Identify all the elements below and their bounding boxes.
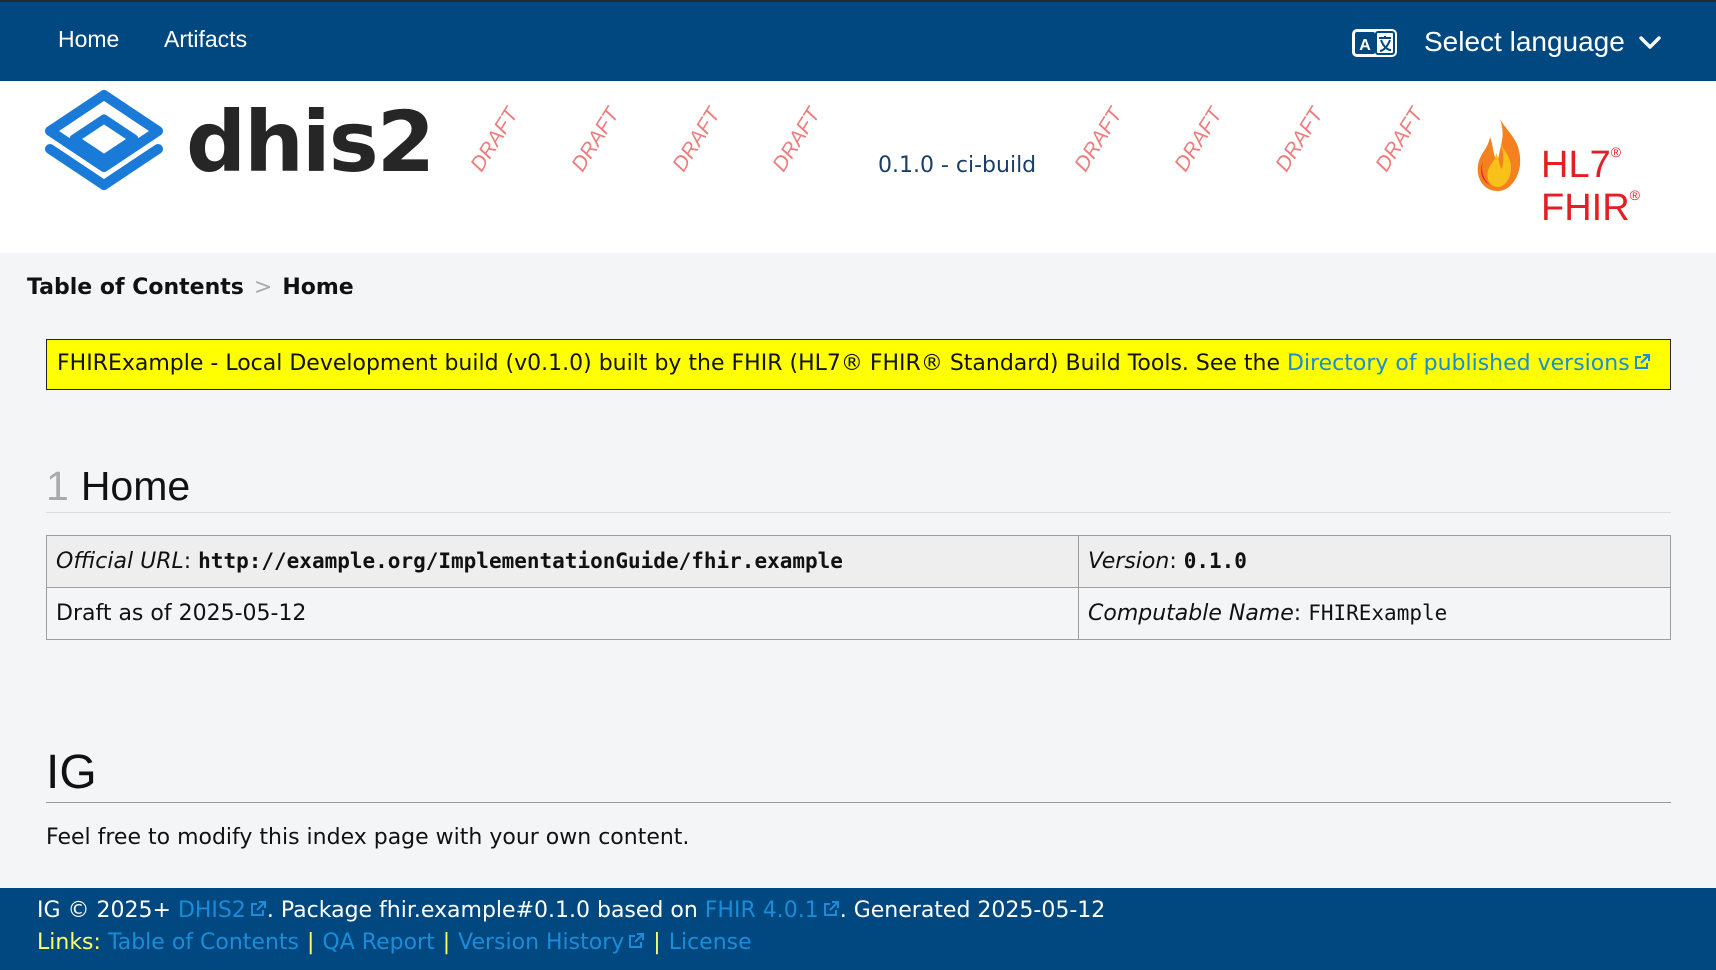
draft-watermark: DRAFT (1371, 103, 1428, 176)
footer-copyright: IG © 2025+ (37, 898, 171, 923)
table-row: Official URL: http://example.org/Impleme… (46, 535, 1671, 588)
footer-publisher-link[interactable]: DHIS2 (178, 898, 267, 923)
published-versions-link[interactable]: Directory of published versions (1287, 351, 1651, 376)
dhis2-logo-text[interactable]: dhis2 (186, 93, 435, 191)
computable-name-value: FHIRExample (1308, 601, 1448, 625)
draft-watermark: DRAFT (1271, 103, 1328, 176)
external-link-icon (249, 899, 267, 924)
footer-license-link[interactable]: License (669, 930, 752, 955)
version-build-label: 0.1.0 - ci-build (878, 153, 1037, 178)
external-link-icon (822, 899, 840, 924)
ig-metadata-table: Official URL: http://example.org/Impleme… (46, 535, 1671, 640)
external-link-icon (627, 931, 645, 956)
fhir-flame-icon[interactable] (1470, 115, 1530, 199)
footer-version-history-link[interactable]: Version History (458, 930, 645, 955)
official-url-value: http://example.org/ImplementationGuide/f… (198, 549, 843, 573)
breadcrumb-separator: > (253, 275, 273, 300)
nav-artifacts-link[interactable]: Artifacts (164, 26, 247, 53)
build-notice-text: FHIRExample - Local Development build (v… (57, 351, 1281, 376)
hl7-fhir-logo-text[interactable]: HL7® FHIR® (1541, 144, 1716, 230)
svg-text:A: A (1359, 37, 1371, 54)
page-title: 1 Home (46, 463, 1671, 513)
footer-generated-text: . Generated 2025-05-12 (839, 898, 1106, 923)
footer-toc-link[interactable]: Table of Contents (108, 930, 299, 955)
draft-watermark: DRAFT (1070, 103, 1127, 176)
site-footer: IG © 2025+ DHIS2. Package fhir.example#0… (0, 888, 1716, 970)
site-header: dhis2 DRAFT DRAFT DRAFT DRAFT 0.1.0 - ci… (0, 81, 1716, 253)
nav-home-link[interactable]: Home (58, 26, 119, 53)
breadcrumb: Table of Contents > Home (27, 275, 354, 300)
computable-name-cell: Computable Name: FHIRExample (1078, 587, 1671, 640)
footer-qa-report-link[interactable]: QA Report (322, 930, 434, 955)
main-content: Table of Contents > Home FHIRExample - Loc… (0, 253, 1716, 888)
breadcrumb-toc-link[interactable]: Table of Contents (27, 275, 244, 300)
section-number: 1 (46, 463, 69, 509)
dhis2-logo-icon[interactable] (42, 89, 166, 205)
footer-package-text: . Package fhir.example#0.1.0 based on (266, 898, 698, 923)
footer-links-line: Links: Table of Contents | QA Report | Versi… (37, 930, 752, 956)
version-cell: Version: 0.1.0 (1078, 535, 1671, 588)
footer-link-separator: | (306, 930, 315, 955)
draft-watermark: DRAFT (668, 103, 725, 176)
select-language-label[interactable]: Select language (1424, 26, 1625, 58)
build-notice-banner: FHIRExample - Local Development build (v… (46, 339, 1671, 390)
table-row: Draft as of 2025-05-12 Computable Name: … (46, 587, 1671, 640)
draft-watermark: DRAFT (1170, 103, 1227, 176)
translate-icon[interactable]: A (1352, 29, 1397, 57)
official-url-cell: Official URL: http://example.org/Impleme… (46, 535, 1079, 588)
ig-heading: IG (46, 745, 1671, 803)
footer-info-line: IG © 2025+ DHIS2. Package fhir.example#0… (37, 898, 1105, 924)
footer-link-separator: | (442, 930, 451, 955)
draft-watermark: DRAFT (466, 103, 523, 176)
draft-watermark: DRAFT (567, 103, 624, 176)
footer-link-separator: | (653, 930, 661, 955)
page-title-text: Home (80, 463, 191, 509)
breadcrumb-current: Home (282, 275, 354, 300)
draft-watermark: DRAFT (768, 103, 825, 176)
intro-paragraph: Feel free to modify this index page with… (46, 825, 690, 850)
draft-date-cell: Draft as of 2025-05-12 (46, 587, 1079, 640)
version-value: 0.1.0 (1183, 549, 1247, 573)
footer-fhir-version-link[interactable]: FHIR 4.0.1 (705, 898, 840, 923)
external-link-icon (1633, 352, 1651, 377)
footer-links-label: Links: (37, 930, 101, 955)
top-navbar: Home Artifacts A Select language (0, 0, 1716, 81)
chevron-down-icon[interactable] (1637, 30, 1663, 60)
